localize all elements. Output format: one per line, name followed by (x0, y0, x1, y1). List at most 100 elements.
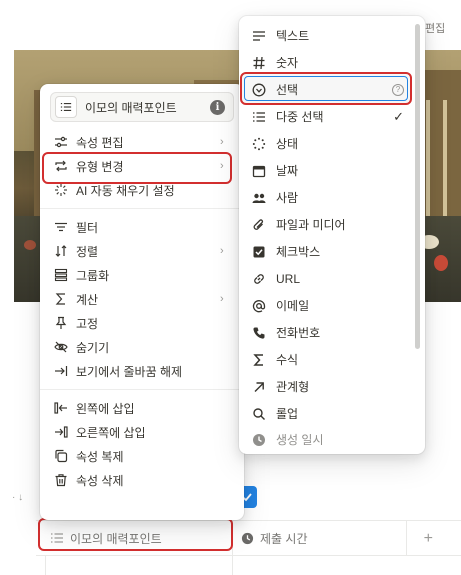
phone-icon (250, 324, 268, 342)
add-column-button[interactable]: + (424, 530, 433, 548)
type-option-label: 상태 (276, 137, 299, 151)
sort-icon (52, 242, 70, 260)
paperclip-icon (250, 216, 268, 234)
type-option-label: 날짜 (276, 164, 299, 178)
type-option-label: 이메일 (276, 299, 310, 313)
property-name-field[interactable]: 이모의 매력포인트 i (50, 92, 234, 122)
trash-icon (52, 471, 70, 489)
type-option-label: 파일과 미디어 (276, 218, 346, 232)
menu-item-label: 숨기기 (76, 340, 110, 355)
type-option-formula[interactable]: 수식 (244, 346, 414, 373)
menu-item-label: 속성 편집 (76, 135, 124, 150)
multi-select-icon (250, 108, 268, 126)
menu-item-insert-left[interactable]: 왼쪽에 삽입 (46, 396, 238, 420)
insert-left-icon (52, 399, 70, 417)
checkmark-icon: ✓ (393, 108, 404, 124)
menu-item-label: 왼쪽에 삽입 (76, 401, 135, 416)
clock-icon (250, 431, 268, 449)
edit-link[interactable]: 편집 (425, 20, 445, 36)
menu-item-label: 필터 (76, 220, 99, 235)
menu-item-filter[interactable]: 필터 (46, 215, 238, 239)
type-option-label: 체크박스 (276, 245, 321, 259)
type-option-label: URL (276, 271, 301, 286)
menu-item-label: 고정 (76, 316, 99, 331)
menu-item-insert-right[interactable]: 오른쪽에 삽입 (46, 420, 238, 444)
at-icon (250, 297, 268, 315)
relation-icon (250, 378, 268, 396)
menu-item-label: 속성 삭제 (76, 473, 124, 488)
menu-item-unwrap[interactable]: 보기에서 줄바꿈 해제 (46, 359, 238, 383)
menu-item-label: 오른쪽에 삽입 (76, 425, 146, 440)
type-option-label: 사람 (276, 191, 299, 205)
text-icon (250, 27, 268, 45)
formula-icon (250, 351, 268, 369)
sliders-icon (52, 133, 70, 151)
type-option-status[interactable]: 상태 (244, 130, 414, 157)
pin-icon (52, 314, 70, 332)
group-icon (52, 266, 70, 284)
menu-item-label: 속성 복제 (76, 449, 124, 464)
calendar-icon (250, 162, 268, 180)
type-option-relation[interactable]: 관계형 (244, 373, 414, 400)
type-option-label: 생성 일시 (276, 433, 324, 447)
chevron-right-icon: › (220, 293, 224, 305)
menu-item-group[interactable]: 그룹화 (46, 263, 238, 287)
type-option-label: 전화번호 (276, 326, 321, 340)
chevron-right-icon: › (220, 245, 224, 257)
unwrap-icon (52, 362, 70, 380)
type-option-label: 텍스트 (276, 29, 310, 43)
row-handle: · ↓ (12, 492, 24, 503)
property-menu: 이모의 매력포인트 i 속성 편집 › 유형 변경 › AI 자동 채우기 설정… (40, 84, 244, 520)
menu-item-duplicate[interactable]: 속성 복제 (46, 444, 238, 468)
select-option-highlight-box (240, 72, 412, 105)
hash-icon (250, 54, 268, 72)
property-name-value: 이모의 매력포인트 (85, 100, 177, 115)
type-option-checkbox[interactable]: 체크박스 (244, 238, 414, 265)
type-option-person[interactable]: 사람 (244, 184, 414, 211)
type-option-label: 수식 (276, 353, 299, 367)
type-option-date[interactable]: 날짜 (244, 157, 414, 184)
type-option-url[interactable]: URL (244, 265, 414, 292)
menu-item-label: 계산 (76, 292, 99, 307)
menu-item-label: 보기에서 줄바꿈 해제 (76, 364, 183, 379)
menu-item-sort[interactable]: 정렬 › (46, 239, 238, 263)
type-option-rollup[interactable]: 롤업 (244, 400, 414, 427)
type-option-phone[interactable]: 전화번호 (244, 319, 414, 346)
type-option-text[interactable]: 텍스트 (244, 22, 414, 49)
filter-icon (52, 218, 70, 236)
menu-item-label: 정렬 (76, 244, 99, 259)
menu-item-pin[interactable]: 고정 (46, 311, 238, 335)
link-icon (250, 270, 268, 288)
property-type-button[interactable] (55, 96, 77, 118)
duplicate-icon (52, 447, 70, 465)
people-icon (250, 189, 268, 207)
checkbox-icon (250, 243, 268, 261)
eye-off-icon (52, 338, 70, 356)
type-option-label: 관계형 (276, 380, 310, 394)
menu-item-calculate[interactable]: 계산 › (46, 287, 238, 311)
menu-item-hide[interactable]: 숨기기 (46, 335, 238, 359)
column-header-submitted[interactable]: 제출 시간 (241, 521, 308, 555)
change-type-highlight-box (42, 152, 232, 184)
menu-item-delete[interactable]: 속성 삭제 (46, 468, 238, 492)
type-option-multi-select[interactable]: 다중 선택 ✓ (244, 103, 414, 130)
insert-right-icon (52, 423, 70, 441)
type-option-email[interactable]: 이메일 (244, 292, 414, 319)
rollup-icon (250, 405, 268, 423)
type-option-label: 롤업 (276, 407, 299, 421)
header-highlight-box (38, 518, 233, 551)
type-option-label: 다중 선택 (276, 110, 324, 124)
menu-item-edit-property[interactable]: 속성 편집 › (46, 130, 238, 154)
type-menu-scrollbar[interactable] (415, 24, 420, 349)
type-option-created-time[interactable]: 생성 일시 (244, 426, 414, 453)
clock-icon (241, 532, 254, 544)
menu-item-label: AI 자동 채우기 설정 (76, 183, 175, 198)
chevron-right-icon: › (220, 136, 224, 148)
type-option-files[interactable]: 파일과 미디어 (244, 211, 414, 238)
column-header-label: 제출 시간 (260, 531, 308, 546)
menu-item-label: 그룹화 (76, 268, 110, 283)
type-option-label: 숫자 (276, 56, 299, 70)
status-icon (250, 135, 268, 153)
list-icon (60, 103, 72, 111)
info-icon[interactable]: i (210, 99, 225, 115)
